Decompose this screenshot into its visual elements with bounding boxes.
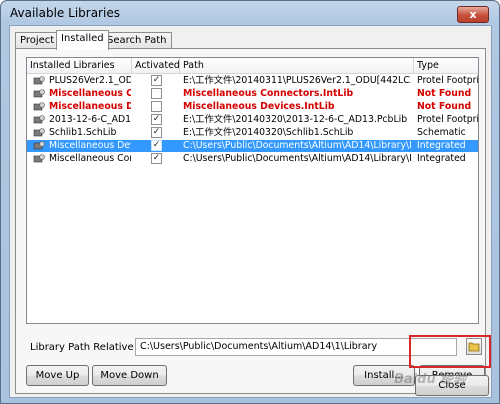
intlib-icon [33,89,45,99]
library-path: C:\Users\Public\Documents\Altium\AD14\Li… [183,153,411,164]
activated-checkbox[interactable]: ✓ [151,75,162,86]
library-type: Protel Footprin [417,114,478,125]
library-type: Protel Footprin [417,75,478,86]
dialog-window: Available Libraries x Project Installed … [0,0,500,404]
activated-checkbox[interactable] [151,101,162,112]
table-row[interactable]: PLUS26Ver2.1_ODU ✓ E:\工作文件\20140311\PLUS26… [27,75,478,87]
move-up-button[interactable]: Move Up [26,365,89,386]
activated-checkbox[interactable]: ✓ [151,127,162,138]
library-path-label: Library Path Relative To: [30,342,151,353]
library-name: Miscellaneous Cor [49,153,131,164]
library-type: Integrated [417,153,466,164]
table-row[interactable]: Miscellaneous Dev Miscellaneous Devices.I… [27,101,478,113]
column-header-installed-libraries[interactable]: Installed Libraries [27,58,132,74]
library-name: Miscellaneous Dev [49,101,131,112]
table-row[interactable]: Miscellaneous Cor Miscellaneous Connector… [27,88,478,100]
library-name: 2013-12-6-C_AD13 [49,114,131,125]
move-down-button[interactable]: Move Down [92,365,167,386]
highlight-box [409,335,491,368]
library-name: PLUS26Ver2.1_ODU [49,75,131,86]
activated-checkbox[interactable]: ✓ [151,153,162,164]
library-type: Not Found [417,101,472,112]
library-path: E:\工作文件\20140320\Schlib1.SchLib [183,127,354,138]
library-name: Miscellaneous Dev [49,140,131,151]
library-type: Not Found [417,88,472,99]
intlib-icon [33,154,45,164]
pcblib-icon [33,76,45,86]
library-name: Schlib1.SchLib [49,127,117,138]
library-path: E:\工作文件\20140320\2013-12-6-C_AD13.PcbLib [183,114,408,125]
tab-search-path[interactable]: Search Path [102,32,172,49]
table-row[interactable]: Schlib1.SchLib ✓ E:\工作文件\20140320\Schlib1.… [27,127,478,139]
column-header-path[interactable]: Path [180,58,414,74]
library-path: Miscellaneous Devices.IntLib [183,101,335,112]
activated-checkbox[interactable] [151,88,162,99]
watermark: Baidu 经验 [394,372,467,387]
intlib-icon [33,102,45,112]
pcblib-icon [33,115,45,125]
installed-libraries-list[interactable]: Installed Libraries Activated Path Type … [26,57,479,324]
table-row[interactable]: 2013-12-6-C_AD13 ✓ E:\工作文件\20140320\2013-1… [27,114,478,126]
library-type: Schematic [417,127,466,138]
table-row[interactable]: Miscellaneous Dev ✓ C:\Users\Public\Docume… [27,140,478,152]
tab-installed[interactable]: Installed [56,30,109,50]
column-header-activated[interactable]: Activated [132,58,180,74]
schlib-icon [33,128,45,138]
library-type: Integrated [417,140,466,151]
library-path: E:\工作文件\20140311\PLUS26Ver2.1_ODU[442LC3… [183,75,411,86]
table-row[interactable]: Miscellaneous Cor ✓ C:\Users\Public\Docume… [27,153,478,165]
column-header-type[interactable]: Type [414,58,478,74]
library-name: Miscellaneous Cor [49,88,131,99]
activated-checkbox[interactable]: ✓ [151,114,162,125]
library-path: Miscellaneous Connectors.IntLib [183,88,354,99]
close-window-button[interactable]: x [457,6,489,23]
intlib-icon [33,141,45,151]
tab-project[interactable]: Project [15,32,60,49]
activated-checkbox[interactable]: ✓ [151,140,162,151]
dialog-title: Available Libraries [10,6,120,20]
library-path: C:\Users\Public\Documents\Altium\AD14\Li… [183,140,411,151]
